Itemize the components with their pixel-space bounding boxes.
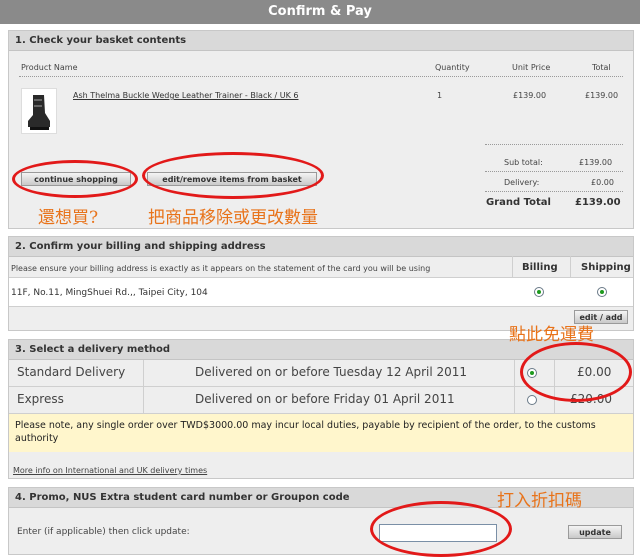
delivery-times-link[interactable]: More info on International and UK delive… (13, 466, 207, 475)
grand-total-value: £139.00 (575, 197, 621, 208)
delivery-divider (485, 191, 623, 192)
shipping-address-radio[interactable] (597, 287, 607, 297)
customs-notice: Please note, any single order over TWD$3… (9, 414, 633, 452)
col-unit-price: Unit Price (512, 63, 551, 72)
basket-heading: 1. Check your basket contents (9, 31, 633, 51)
grand-total-label: Grand Total (486, 197, 551, 208)
subtotal-divider (485, 171, 623, 172)
address-bottom-divider (9, 306, 633, 307)
delivery-col-divider-2 (514, 360, 515, 414)
delivery-label: Delivery: (504, 178, 540, 187)
col-total: Total (592, 63, 611, 72)
delivery-option-desc: Delivered on or before Friday 01 April 2… (195, 392, 455, 406)
col-quantity: Quantity (435, 63, 470, 72)
col-product-name: Product Name (21, 63, 78, 72)
billing-header: Billing (522, 262, 558, 273)
delivery-option-name: Standard Delivery (17, 365, 126, 379)
page-title: Confirm & Pay (0, 0, 640, 24)
header-divider (19, 76, 623, 77)
annotation-remove-items: 把商品移除或更改數量 (148, 208, 318, 228)
address-heading: 2. Confirm your billing and shipping add… (9, 237, 633, 257)
subtotal-label: Sub total: (504, 158, 543, 167)
delivery-option-desc: Delivered on or before Tuesday 12 April … (195, 365, 468, 379)
product-thumbnail[interactable] (21, 88, 57, 134)
annotation-ring-continue (12, 160, 138, 198)
shoe-icon (28, 95, 50, 130)
item-total: £139.00 (585, 91, 619, 100)
promo-label: Enter (if applicable) then click update: (17, 527, 190, 537)
totals-divider (485, 144, 623, 145)
annotation-ring-edit (142, 152, 324, 199)
basket-panel: 1. Check your basket contents Product Na… (8, 30, 634, 229)
billing-address-radio[interactable] (534, 287, 544, 297)
address-note: Please ensure your billing address is ex… (11, 264, 431, 273)
address-line: 11F, No.11, MingShuei Rd.,, Taipei City,… (11, 288, 208, 298)
delivery-col-divider-1 (143, 360, 144, 414)
delivery-radio-express[interactable] (527, 395, 537, 405)
annotation-buy-more: 還想買? (38, 208, 99, 228)
item-quantity: 1 (437, 91, 443, 100)
annotation-ring-promo (370, 501, 512, 557)
shipping-header: Shipping (581, 262, 631, 273)
delivery-value: £0.00 (591, 178, 614, 187)
address-panel: 2. Confirm your billing and shipping add… (8, 236, 634, 331)
subtotal-value: £139.00 (579, 158, 613, 167)
update-button[interactable]: update (568, 525, 622, 539)
customs-notice-text: Please note, any single order over TWD$3… (15, 420, 596, 444)
delivery-option-name: Express (17, 392, 64, 406)
annotation-ring-delivery (520, 342, 632, 402)
product-link[interactable]: Ash Thelma Buckle Wedge Leather Trainer … (73, 91, 299, 100)
item-unit-price: £139.00 (513, 91, 547, 100)
annotation-enter-code: 打入折扣碼 (497, 491, 582, 511)
annotation-free-shipping: 點此免運費 (509, 325, 594, 345)
